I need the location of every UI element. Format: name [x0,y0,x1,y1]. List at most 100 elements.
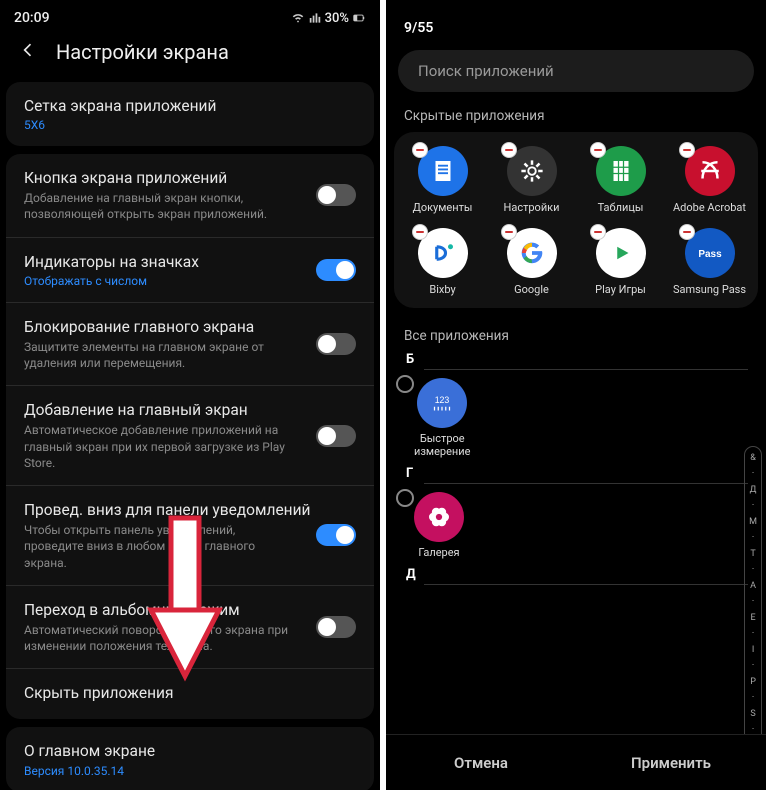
row-subtitle: Версия 10.0.35.14 [24,764,356,778]
index-letter[interactable]: · [752,597,754,607]
apply-button[interactable]: Применить [576,735,766,790]
app-label: Bixby [429,284,455,296]
app-item[interactable]: Галерея [386,486,766,565]
row-subtitle: Отображать с числом [24,274,356,288]
letter-header: Г [386,464,766,481]
toggle-switch[interactable] [316,425,356,447]
app-label: Play Игры [595,284,646,296]
settings-group: Кнопка экрана приложенийДобавление на гл… [6,154,374,719]
settings-group: Сетка экрана приложений5X6 [6,82,374,146]
app-item[interactable]: Play Игры [578,228,663,296]
toggle-switch[interactable] [316,259,356,281]
app-item[interactable]: Документы [400,146,485,214]
index-letter[interactable]: Т [750,549,755,559]
index-letter[interactable]: · [752,565,754,575]
app-label: Google [514,284,549,296]
select-ring-icon[interactable] [396,375,414,393]
remove-badge-icon[interactable] [590,224,606,240]
row-title: Кнопка экрана приложений [24,168,356,188]
app-item[interactable]: Bixby [400,228,485,296]
app-item[interactable]: Adobe Acrobat [667,146,752,214]
app-label: Галерея [418,546,459,559]
status-time: 20:09 [14,10,50,26]
hidden-apps-label: Скрытые приложения [386,108,766,132]
app-label: Samsung Pass [673,284,746,296]
toggle-switch[interactable] [316,616,356,638]
app-label: Настройки [504,202,560,214]
settings-row[interactable]: О главном экране Версия 10.0.35.14 [6,727,374,790]
index-letter[interactable]: Е [751,613,756,623]
app-label: Adobe Acrobat [673,202,746,214]
row-title: Добавление на главный экран [24,400,356,420]
letter-header: Б [386,350,766,367]
app-item[interactable]: 123 Быстроеизмерение [386,372,766,464]
row-desc: Добавление на главный экран кнопки, позв… [24,190,356,222]
row-title: Переход в альбомный режим [24,600,356,620]
toggle-switch[interactable] [316,524,356,546]
back-icon[interactable] [18,40,38,64]
letter-header: Д [386,565,766,582]
row-title: Блокирование главного экрана [24,317,356,337]
settings-row[interactable]: Провед. вниз для панели уведомленийЧтобы… [6,486,374,586]
index-letter[interactable]: P [750,677,756,687]
row-desc: Чтобы открыть панель уведомлений, провед… [24,522,356,571]
index-letter[interactable]: Д [750,485,757,495]
app-item[interactable]: Google [489,228,574,296]
page-title: Настройки экрана [56,40,229,64]
index-letter[interactable]: S [750,709,755,719]
select-ring-icon[interactable] [396,489,414,507]
row-title: Провед. вниз для панели уведомлений [24,500,356,520]
selection-count: 9/55 [386,0,766,50]
status-right: 30% [291,11,366,26]
app-label: Таблицы [598,202,644,214]
settings-row[interactable]: Сетка экрана приложений5X6 [6,82,374,146]
app-picker-screen: 9/55 Поиск приложений Скрытые приложения… [386,0,766,790]
svg-text:123: 123 [435,395,450,405]
remove-badge-icon[interactable] [679,224,695,240]
remove-badge-icon[interactable] [501,142,517,158]
remove-badge-icon[interactable] [412,224,428,240]
row-title: Сетка экрана приложений [24,96,356,116]
all-apps-label: Все приложения [386,324,766,350]
app-item[interactable]: Таблицы [578,146,663,214]
remove-badge-icon[interactable] [412,142,428,158]
settings-row[interactable]: Добавление на главный экранАвтоматическо… [6,386,374,486]
search-input[interactable]: Поиск приложений [398,50,754,92]
app-item[interactable]: Настройки [489,146,574,214]
settings-row[interactable]: Кнопка экрана приложенийДобавление на гл… [6,154,374,238]
footer-bar: Отмена Применить [386,734,766,790]
settings-screen: 20:09 30% Настройки экрана Сетка экрана … [0,0,380,790]
cancel-button[interactable]: Отмена [386,735,576,790]
row-title: О главном экране [24,741,356,761]
remove-badge-icon[interactable] [679,142,695,158]
index-letter[interactable]: · [752,533,754,543]
row-desc: Защитите элементы на главном экране от у… [24,339,356,371]
index-letter[interactable]: М [749,517,757,527]
index-letter[interactable]: А [750,581,756,591]
index-letter[interactable]: I [752,645,754,655]
index-letter[interactable]: · [752,469,754,479]
index-letter[interactable]: · [752,693,754,703]
settings-row[interactable]: Переход в альбомный режимАвтоматический … [6,586,374,670]
app-icon [414,492,464,542]
row-desc: Автоматическое добавление приложений на … [24,422,356,471]
index-letter[interactable]: · [752,501,754,511]
index-letter[interactable]: & [750,453,756,463]
index-letter[interactable]: · [752,629,754,639]
settings-group: О главном экране Версия 10.0.35.14 [6,727,374,790]
row-title: Скрыть приложения [24,683,356,703]
remove-badge-icon[interactable] [501,224,517,240]
app-label: Документы [413,202,473,214]
app-icon: 123 [417,378,467,428]
index-letter[interactable]: · [752,661,754,671]
settings-row[interactable]: Индикаторы на значках Отображать с числом [6,238,374,303]
settings-row[interactable]: Блокирование главного экранаЗащитите эле… [6,303,374,387]
row-title: Индикаторы на значках [24,252,356,272]
toggle-switch[interactable] [316,333,356,355]
app-item[interactable]: Pass Samsung Pass [667,228,752,296]
settings-row[interactable]: Скрыть приложения [6,669,374,719]
settings-header: Настройки экрана [0,30,380,82]
toggle-switch[interactable] [316,184,356,206]
status-bar: 20:09 30% [0,0,380,30]
remove-badge-icon[interactable] [590,142,606,158]
